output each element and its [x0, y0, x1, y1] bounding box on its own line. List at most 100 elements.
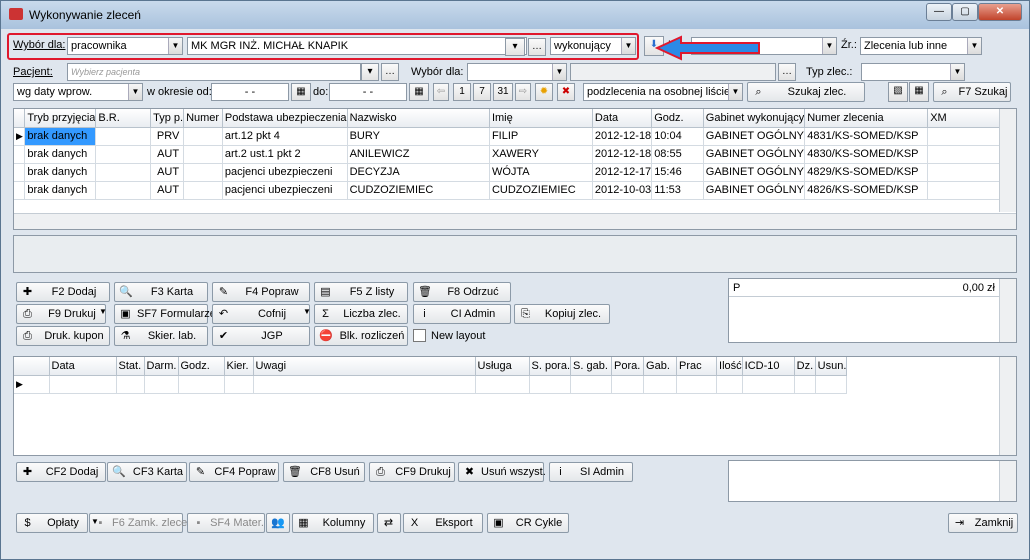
services-column-header[interactable]: S. gab. [570, 357, 613, 376]
date-to-field[interactable]: - - [329, 83, 407, 101]
grid-icon[interactable]: ▦ [909, 82, 929, 102]
bottom-button-0[interactable]: $ Opłaty [16, 513, 88, 533]
orders-column-header[interactable]: XM [927, 109, 1006, 128]
services-column-header[interactable]: Darm. [144, 357, 179, 376]
service-button-2[interactable]: ✎ CF4 Popraw [189, 462, 279, 482]
action-button-13[interactable]: ✔ JGP [212, 326, 310, 346]
f7-search-button[interactable]: ⌕ F7 Szukaj [933, 82, 1011, 102]
orders-column-header[interactable]: Nazwisko [347, 109, 490, 128]
sun-icon[interactable]: ✹ [535, 83, 553, 101]
services-column-header[interactable]: Kier. [224, 357, 254, 376]
action-button-3[interactable]: ▤ F5 Z listy [314, 282, 408, 302]
bottom-button-2[interactable]: ▪ SF4 Mater. [187, 513, 265, 533]
action-button-0[interactable]: ✚ F2 Dodaj [16, 282, 110, 302]
services-column-header[interactable]: Uwagi [253, 357, 476, 376]
services-column-header[interactable]: Dz. [794, 357, 816, 376]
search-orders-button[interactable]: ⌕ Szukaj zlec. [747, 82, 865, 102]
calendar-from-icon[interactable]: ▦ [291, 83, 311, 101]
services-scrollbar[interactable] [999, 357, 1016, 455]
action-button-2[interactable]: ✎ F4 Popraw [212, 282, 310, 302]
orders-vertical-scrollbar[interactable] [999, 109, 1016, 212]
services-column-header[interactable] [14, 357, 50, 376]
action-button-5[interactable]: ⎙ F9 Drukuj [16, 304, 106, 324]
chevron-down-icon[interactable]: ▼ [950, 64, 964, 80]
chevron-down-icon[interactable]: ▼ [728, 84, 742, 100]
bottom-button-6[interactable]: X Eksport [403, 513, 483, 533]
services-column-header[interactable]: Godz. [178, 357, 225, 376]
action-button-10[interactable]: ⎘ Kopiuj zlec. [514, 304, 610, 324]
orders-column-header[interactable]: Gabinet wykonujący [703, 109, 806, 128]
orders-column-header[interactable]: Tryb przyjęcia [24, 109, 97, 128]
orders-column-header[interactable]: Godz. [651, 109, 704, 128]
minimize-button[interactable]: — [926, 3, 952, 21]
table-row[interactable]: brak danych AUT pacjenci ubezpieczeni DECYZ… [14, 163, 1016, 182]
services-grid[interactable]: Data Stat. Darm. Godz. Kier. Uwagi Usługa S. po… [13, 356, 1017, 456]
bottom-button-1[interactable]: ▪ F6 Zamk. zleceń [89, 513, 193, 533]
table-row[interactable]: ▶ brak danych PRV art.12 pkt 4 BURY FILIP 2012… [14, 127, 1016, 146]
service-button-4[interactable]: ⎙ CF9 Drukuj [369, 462, 455, 482]
orders-column-header[interactable]: Numer [183, 109, 223, 128]
notes-scrollbar[interactable] [999, 461, 1016, 501]
service-button-6[interactable]: i SI Admin [549, 462, 633, 482]
maximize-button[interactable]: ▢ [952, 3, 978, 21]
orders-column-header[interactable]: Data [592, 109, 653, 128]
chevron-down-icon[interactable]: ▼ [967, 38, 981, 54]
action-button-14[interactable]: ⛔ Blk. rozliczeń [314, 326, 408, 346]
bottom-button-8[interactable]: ⇥ Zamknij [948, 513, 1018, 533]
services-column-header[interactable]: ICD-10 [742, 357, 795, 376]
clear-date-icon[interactable]: ✖ [557, 83, 575, 101]
services-column-header[interactable]: Stat. [116, 357, 145, 376]
services-column-header[interactable]: S. pora. [529, 357, 572, 376]
patient-field[interactable]: Wybierz pacjenta [67, 63, 361, 81]
cal-1-button[interactable]: 1 [453, 83, 471, 101]
browse-patient-button[interactable]: … [381, 63, 399, 81]
action-button-6[interactable]: ▣ SF7 Formularze [114, 304, 216, 324]
chevron-down-icon[interactable]: ▼ [822, 38, 836, 54]
calendar-to-icon[interactable]: ▦ [409, 83, 429, 101]
orders-horizontal-scrollbar[interactable] [14, 213, 1016, 229]
services-column-header[interactable]: Pora. [611, 357, 645, 376]
arrow-right-icon[interactable]: ⇨ [515, 83, 531, 101]
close-button[interactable]: ✕ [978, 3, 1022, 21]
service-button-3[interactable]: 🗑 CF8 Usuń [283, 462, 365, 482]
bottom-button-4[interactable]: ▦ Kolumny [292, 513, 374, 533]
typ-select[interactable]: ▼ [861, 63, 965, 81]
orders-column-header[interactable] [14, 109, 26, 128]
chevron-down-icon[interactable]: ▼ [552, 64, 566, 80]
orders-column-header[interactable]: B.R. [95, 109, 152, 128]
select-patient-icon[interactable]: ▾ [361, 63, 379, 81]
services-column-header[interactable]: Usługa [475, 357, 530, 376]
orders-column-header[interactable]: Podstawa ubezpieczenia [222, 109, 348, 128]
services-column-header[interactable]: Prac [676, 357, 718, 376]
services-column-header[interactable]: Ilość [716, 357, 743, 376]
orders-grid[interactable]: Tryb przyjęcia B.R. Typ p. Numer Podstawa ub… [13, 108, 1017, 230]
zr-select[interactable]: Zlecenia lub inne ▼ [860, 37, 982, 55]
price-scrollbar[interactable] [999, 279, 1016, 342]
arrow-left-icon[interactable]: ⇦ [433, 83, 449, 101]
services-column-header[interactable]: Gab. [643, 357, 678, 376]
date-from-field[interactable]: - - [211, 83, 289, 101]
table-row[interactable]: brak danych AUT art.2 ust.1 pkt 2 ANILEWICZ… [14, 145, 1016, 164]
chevron-down-icon[interactable]: ▼ [128, 84, 142, 100]
browse-wybor2-button[interactable]: … [778, 63, 796, 81]
table-row[interactable]: brak danych AUT pacjenci ubezpieczeni CUDZO… [14, 181, 1016, 200]
services-column-header[interactable]: Usun. [815, 357, 848, 376]
bottom-button-7[interactable]: ▣ CR Cykle [487, 513, 569, 533]
bottom-button-5[interactable]: ⇄ [377, 513, 401, 533]
service-button-5[interactable]: ✖ Usuń wszyst. [458, 462, 546, 482]
service-button-1[interactable]: 🔍 CF3 Karta [107, 462, 187, 482]
service-button-0[interactable]: ✚ CF2 Dodaj [16, 462, 106, 482]
bottom-button-3[interactable]: 👥 [266, 513, 290, 533]
cal-31-button[interactable]: 31 [493, 83, 513, 101]
action-button-1[interactable]: 🔍 F3 Karta [114, 282, 208, 302]
action-button-12[interactable]: ⚗ Skier. lab. [114, 326, 208, 346]
action-button-9[interactable]: i CI Admin [413, 304, 511, 324]
action-button-11[interactable]: ⎙ Druk. kupon [16, 326, 110, 346]
orders-column-header[interactable]: Typ p. [150, 109, 185, 128]
new-layout-checkbox[interactable] [413, 329, 426, 342]
wybor2-select[interactable]: ▼ [467, 63, 567, 81]
date-mode-select[interactable]: wg daty wprow. ▼ [13, 83, 143, 101]
split-mode-select[interactable]: podzlecenia na osobnej liście ▼ [583, 83, 743, 101]
orders-column-header[interactable]: Imię [489, 109, 593, 128]
dropdown-arrow-icon[interactable]: ▼ [99, 307, 107, 316]
